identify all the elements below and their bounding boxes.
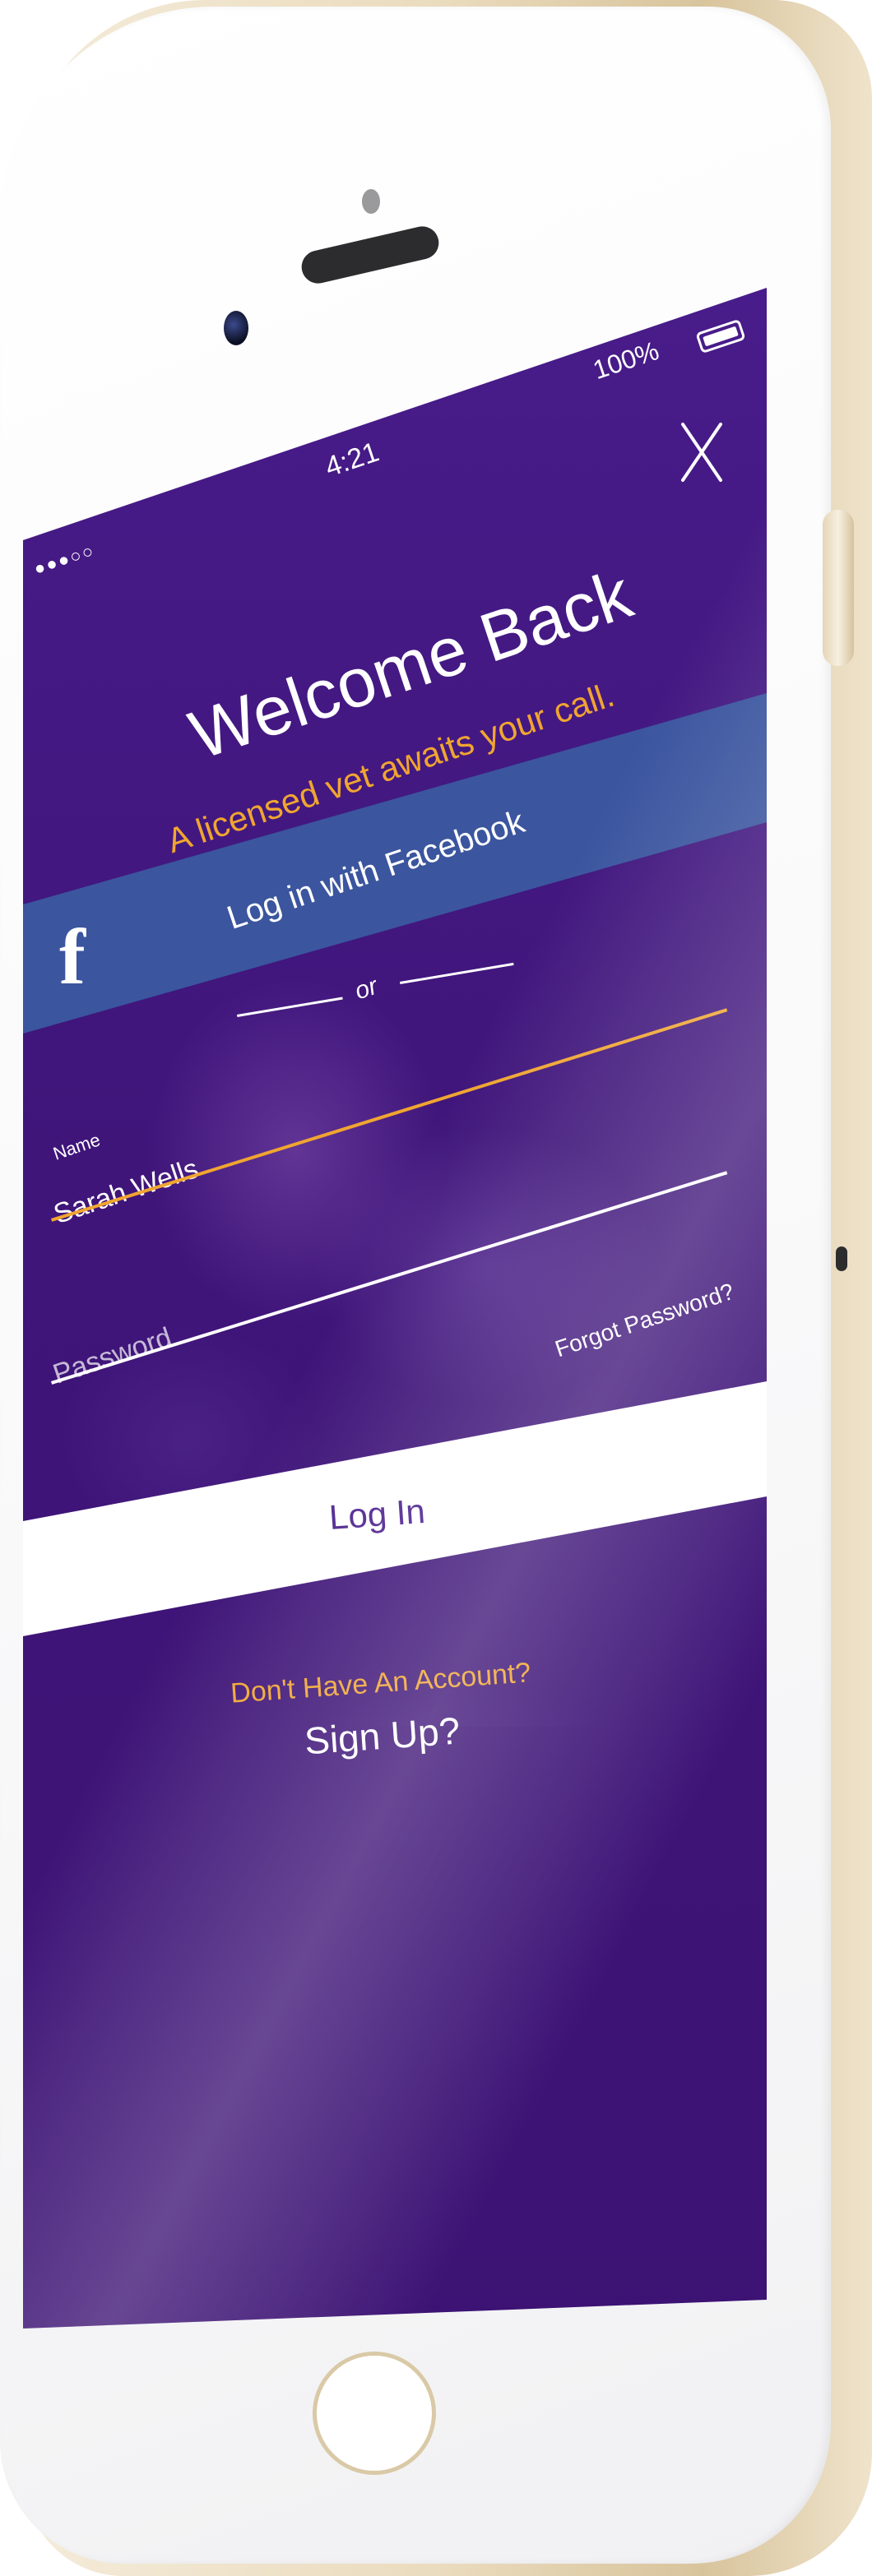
side-button: [823, 510, 854, 666]
front-camera-icon: [224, 311, 248, 345]
home-button: [313, 2352, 436, 2475]
facebook-icon: f: [59, 913, 86, 1001]
proximity-sensor: [362, 189, 380, 214]
side-sensor: [836, 1246, 847, 1271]
login-button-label: Log In: [327, 1491, 427, 1538]
close-icon[interactable]: [680, 419, 724, 485]
signal-strength-icon: ●●●○○: [30, 539, 98, 580]
phone-mockup: ●●●○○ 4:21 100% Welcome Back A licensed …: [0, 0, 872, 2576]
battery-icon: [695, 318, 746, 354]
status-time: 4:21: [321, 436, 383, 483]
